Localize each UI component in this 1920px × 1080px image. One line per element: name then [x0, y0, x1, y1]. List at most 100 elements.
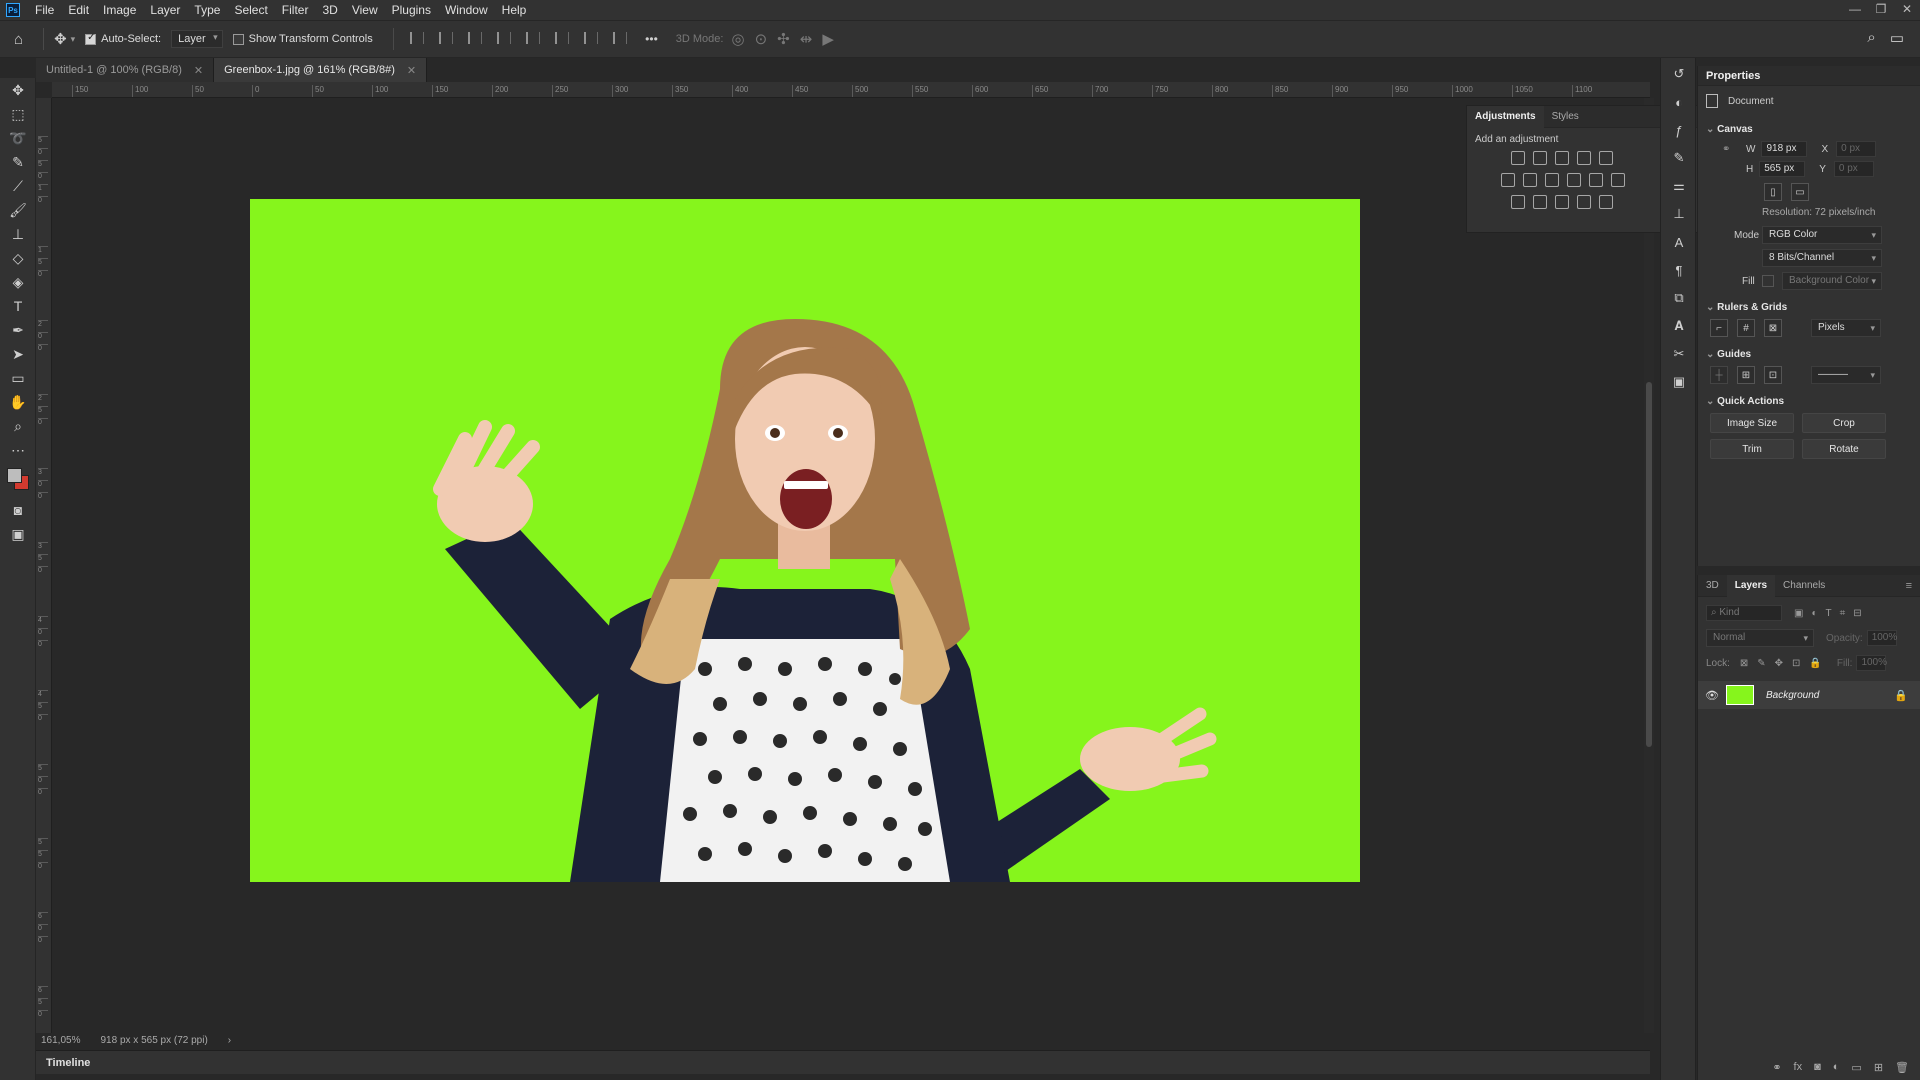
adjustments-icon[interactable]: ⚌	[1661, 174, 1697, 198]
timeline-panel-tab[interactable]: Timeline	[36, 1050, 1650, 1074]
ruler-icon[interactable]: ⌐	[1710, 319, 1728, 337]
align-right-icon[interactable]	[467, 31, 482, 44]
portrait-orientation-icon[interactable]: ▯	[1764, 183, 1782, 201]
minimize-button[interactable]: —	[1842, 0, 1868, 20]
roll-3d-icon[interactable]: ⊙	[755, 30, 768, 48]
gradient-map-icon[interactable]	[1599, 195, 1613, 209]
tab-styles[interactable]: Styles	[1544, 106, 1587, 128]
align-center-icon[interactable]	[438, 31, 453, 44]
fx-icon[interactable]: fx	[1794, 1061, 1803, 1074]
menu-plugins[interactable]: Plugins	[385, 0, 438, 20]
glyphs-icon[interactable]: ⧉	[1661, 286, 1697, 310]
vertical-scrollbar[interactable]	[1644, 98, 1654, 1033]
opacity-field[interactable]: 100%	[1866, 630, 1897, 646]
stamp-tool-icon[interactable]: ⊥	[0, 222, 36, 246]
align-middle-icon[interactable]	[555, 31, 570, 44]
hue-saturation-icon[interactable]	[1501, 173, 1515, 187]
distribute-vertical-icon[interactable]	[613, 31, 628, 44]
lasso-tool-icon[interactable]: ➰	[0, 126, 36, 150]
channel-mixer-icon[interactable]	[1589, 173, 1603, 187]
tab-3d[interactable]: 3D	[1698, 575, 1727, 597]
levels-icon[interactable]	[1533, 151, 1547, 165]
gradient-tool-icon[interactable]: ◈	[0, 270, 36, 294]
tab-untitled-1[interactable]: Untitled-1 @ 100% (RGB/8) ✕	[36, 58, 215, 82]
menu-3d[interactable]: 3D	[315, 0, 344, 20]
color-icon[interactable]: ◐	[1661, 90, 1697, 114]
show-transform-controls-checkbox[interactable]: Show Transform Controls	[232, 33, 373, 45]
chevron-down-icon[interactable]: ▾	[71, 34, 76, 45]
canvas-x-field[interactable]: 0 px	[1836, 141, 1877, 157]
layer-filter-icons[interactable]: ▣◐T⌗⊟	[1794, 608, 1870, 619]
zoom-tool-icon[interactable]: ⌕	[0, 414, 36, 438]
invert-icon[interactable]	[1511, 195, 1525, 209]
quick-mask-icon[interactable]: ◙	[0, 498, 36, 522]
landscape-orientation-icon[interactable]: ▭	[1791, 183, 1809, 201]
menu-window[interactable]: Window	[438, 0, 495, 20]
fx-icon[interactable]: ƒ	[1661, 118, 1697, 142]
close-icon[interactable]: ✕	[407, 64, 416, 77]
distribute-icon[interactable]	[496, 31, 511, 44]
threshold-icon[interactable]	[1555, 195, 1569, 209]
color-balance-icon[interactable]	[1523, 173, 1537, 187]
layer-filter-input[interactable]: ⌕ Kind	[1706, 605, 1782, 621]
close-icon[interactable]: ✕	[194, 64, 203, 77]
align-left-icon[interactable]	[409, 31, 424, 44]
menu-image[interactable]: Image	[96, 0, 143, 20]
brush-settings-icon[interactable]: ✎	[1661, 146, 1697, 170]
auto-select-checkbox[interactable]: Auto-Select:	[85, 32, 161, 45]
libraries-icon[interactable]: ▣	[1661, 370, 1697, 394]
color-lookup-icon[interactable]	[1611, 173, 1625, 187]
canvas-width-field[interactable]: 918 px	[1761, 141, 1808, 157]
menu-edit[interactable]: Edit	[61, 0, 96, 20]
quick-actions-section-title[interactable]: Quick Actions	[1698, 388, 1920, 413]
lock-icons[interactable]: ⊠✎✥⊡🔒	[1740, 658, 1831, 669]
document-canvas[interactable]	[250, 199, 1360, 882]
quick-select-tool-icon[interactable]: ✎	[0, 150, 36, 174]
align-top-icon[interactable]	[525, 31, 540, 44]
new-layer-icon[interactable]: ⊞	[1874, 1061, 1883, 1074]
new-adjustment-layer-icon[interactable]: ◐	[1833, 1061, 1840, 1074]
more-options-button[interactable]: •••	[645, 32, 658, 46]
more-tools-icon[interactable]: ⋯	[0, 438, 36, 462]
character-icon[interactable]: A	[1661, 230, 1697, 254]
eraser-tool-icon[interactable]: ◇	[0, 246, 36, 270]
pen-tool-icon[interactable]: ✒	[0, 318, 36, 342]
home-icon[interactable]: ⌂	[14, 31, 23, 48]
new-group-icon[interactable]: ▭	[1851, 1061, 1861, 1074]
type-tool-icon[interactable]: T	[0, 294, 36, 318]
orbit-3d-icon[interactable]: ◎	[731, 30, 744, 48]
tools-icon[interactable]: ✂	[1661, 342, 1697, 366]
rotate-button[interactable]: Rotate	[1802, 439, 1886, 459]
layer-background[interactable]: 👁 Background 🔒	[1698, 681, 1920, 709]
checkbox-unchecked[interactable]	[232, 33, 244, 45]
foreground-color-swatch[interactable]	[7, 468, 22, 483]
menu-select[interactable]: Select	[227, 0, 274, 20]
fill-field[interactable]: 100%	[1856, 655, 1887, 671]
chevron-right-icon[interactable]: ›	[228, 1035, 231, 1046]
ruler-units-dropdown[interactable]: Pixels	[1811, 319, 1881, 337]
menu-filter[interactable]: Filter	[275, 0, 316, 20]
curves-icon[interactable]	[1555, 151, 1569, 165]
move-tool-icon[interactable]: ✥	[54, 30, 67, 48]
canvas-y-field[interactable]: 0 px	[1833, 161, 1874, 177]
tab-channels[interactable]: Channels	[1775, 575, 1833, 597]
delete-layer-icon[interactable]: 🗑	[1895, 1061, 1909, 1074]
eye-visibility-icon[interactable]: 👁	[1698, 689, 1726, 702]
tab-greenbox-1[interactable]: Greenbox-1.jpg @ 161% (RGB/8#) ✕	[214, 58, 428, 82]
marquee-tool-icon[interactable]: ⬚	[0, 102, 36, 126]
canvas-area[interactable]	[52, 98, 1650, 1033]
move-tool-icon[interactable]: ✥	[0, 78, 36, 102]
path-select-tool-icon[interactable]: ➤	[0, 342, 36, 366]
rectangle-tool-icon[interactable]: ▭	[0, 366, 36, 390]
paragraph-icon[interactable]: ¶	[1661, 258, 1697, 282]
hand-tool-icon[interactable]: ✋	[0, 390, 36, 414]
clone-source-icon[interactable]: ⊥	[1661, 202, 1697, 226]
character-styles-icon[interactable]: 𝐀	[1661, 314, 1697, 338]
exposure-icon[interactable]	[1577, 151, 1591, 165]
photo-filter-icon[interactable]	[1567, 173, 1581, 187]
guide-layout-icon[interactable]: ┼	[1710, 366, 1728, 384]
guides-section-title[interactable]: Guides	[1698, 341, 1920, 366]
tab-adjustments[interactable]: Adjustments	[1467, 105, 1544, 128]
history-icon[interactable]: ↺	[1661, 62, 1697, 86]
workspace-icon[interactable]: ▭	[1890, 29, 1904, 47]
